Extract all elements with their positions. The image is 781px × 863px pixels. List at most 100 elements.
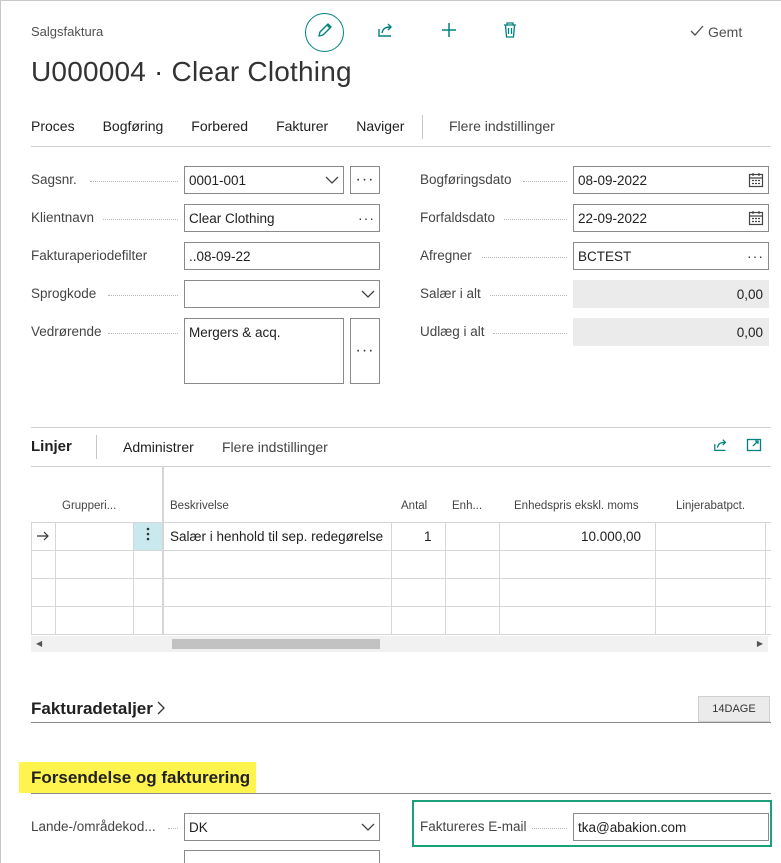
new-button[interactable] <box>437 21 461 43</box>
action-more-settings[interactable]: Flere indstillinger <box>449 118 555 134</box>
action-bar: Proces Bogføring Forbered Fakturer Navig… <box>31 118 432 134</box>
sagsnr-value: 0001-001 <box>189 172 247 188</box>
next-field-partial[interactable] <box>184 850 380 863</box>
lines-share-button[interactable] <box>710 437 732 457</box>
dotted-leader <box>482 257 567 258</box>
fakturaperiodefilter-value: ..08-09-22 <box>189 248 251 264</box>
payment-terms-badge: 14DAGE <box>698 696 770 722</box>
udlaeg-i-alt-field: 0,00 <box>573 318 769 346</box>
landekode-value: DK <box>189 819 208 835</box>
action-proces[interactable]: Proces <box>31 118 75 134</box>
pencil-icon <box>316 21 334 44</box>
fakturadetaljer-title[interactable]: Fakturadetaljer <box>31 699 153 719</box>
chevron-down-icon[interactable] <box>361 823 375 831</box>
dotted-leader <box>493 333 567 334</box>
dotted-leader <box>490 295 567 296</box>
checkmark-icon <box>690 24 704 40</box>
share-icon <box>712 437 730 458</box>
email-highlight-box <box>412 800 772 847</box>
calendar-icon[interactable] <box>748 172 764 188</box>
lines-top-divider <box>31 427 771 428</box>
col-header-enhed[interactable]: Enh... <box>452 500 482 512</box>
horizontal-scrollbar[interactable]: ◀ ▶ <box>31 636 768 652</box>
sagsnr-lookup-button[interactable]: ··· <box>350 166 380 194</box>
sprogkode-label: Sprogkode <box>31 286 97 301</box>
action-naviger[interactable]: Naviger <box>356 118 404 134</box>
share-button[interactable] <box>373 21 399 43</box>
dotted-leader <box>168 828 178 829</box>
forsendelse-divider <box>31 793 771 794</box>
forfaldsdato-value: 22-09-2022 <box>578 210 648 226</box>
saved-status: Gemt <box>690 24 742 40</box>
action-bogforing[interactable]: Bogføring <box>103 118 164 134</box>
edit-button[interactable] <box>305 13 344 52</box>
lines-action-more-settings[interactable]: Flere indstillinger <box>222 439 328 455</box>
salaer-i-alt-value: 0,00 <box>736 286 763 302</box>
scroll-left-icon[interactable]: ◀ <box>36 636 42 652</box>
scroll-right-icon[interactable]: ▶ <box>757 636 763 652</box>
salaer-i-alt-label: Salær i alt <box>420 286 481 301</box>
col-header-beskrivelse[interactable]: Beskrivelse <box>170 500 229 512</box>
klientnavn-lookup-button[interactable]: ··· <box>358 210 375 226</box>
action-forbered[interactable]: Forbered <box>191 118 248 134</box>
cell-antal[interactable]: 1 <box>424 529 432 544</box>
forfaldsdato-label: Forfaldsdato <box>420 210 496 225</box>
page-type-label: Salgsfaktura <box>31 24 104 39</box>
cell-beskrivelse[interactable]: Salær i henhold til sep. redegørelse <box>170 529 383 544</box>
dotted-leader <box>523 181 567 182</box>
chevron-down-icon[interactable] <box>325 176 339 184</box>
forfaldsdato-field[interactable]: 22-09-2022 <box>573 204 769 232</box>
dotted-leader <box>108 295 178 296</box>
col-header-grupperi[interactable]: Grupperi... <box>62 500 116 512</box>
landekode-label: Lande-/områdekod... <box>31 819 156 834</box>
bogforingsdato-field[interactable]: 08-09-2022 <box>573 166 769 194</box>
lines-title: Linjer <box>31 438 72 455</box>
sprogkode-field[interactable] <box>184 280 380 308</box>
page-title: U000004 · Clear Clothing <box>31 56 352 87</box>
sagsnr-label: Sagsnr. <box>31 172 77 187</box>
sagsnr-field[interactable]: 0001-001 <box>184 166 344 194</box>
fakturaperiodefilter-field[interactable]: ..08-09-22 <box>184 242 380 270</box>
dotted-leader <box>90 181 178 182</box>
lines-separator <box>96 435 97 459</box>
klientnavn-value: Clear Clothing <box>189 210 275 226</box>
dotted-leader <box>103 219 178 220</box>
bogforingsdato-label: Bogføringsdato <box>420 172 512 187</box>
more-vertical-icon <box>146 527 150 546</box>
chevron-down-icon[interactable] <box>361 290 375 298</box>
action-fakturer[interactable]: Fakturer <box>276 118 328 134</box>
grid-row-line <box>31 634 771 635</box>
col-header-enhedspris[interactable]: Enhedspris ekskl. moms <box>514 500 639 512</box>
klientnavn-field[interactable]: Clear Clothing ··· <box>184 204 380 232</box>
landekode-field[interactable]: DK <box>184 813 380 841</box>
dotted-leader <box>108 333 178 334</box>
udlaeg-i-alt-value: 0,00 <box>736 324 763 340</box>
fakturaperiodefilter-label: Fakturaperiodefilter <box>31 248 148 263</box>
klientnavn-label: Klientnavn <box>31 210 95 225</box>
vedrorende-field[interactable]: Mergers & acq. <box>184 318 344 384</box>
lines-action-administrer[interactable]: Administrer <box>123 439 194 455</box>
afregner-label: Afregner <box>420 248 472 263</box>
scrollbar-thumb[interactable] <box>172 639 380 649</box>
col-header-linjerabatpct[interactable]: Linjerabatpct. <box>676 500 745 512</box>
dotted-leader <box>504 219 567 220</box>
afregner-field[interactable]: BCTEST ··· <box>573 242 769 270</box>
chevron-right-icon[interactable] <box>157 701 165 720</box>
plus-icon <box>440 21 458 44</box>
saved-label: Gemt <box>708 24 743 40</box>
vedrorende-expand-button[interactable]: ··· <box>350 318 380 384</box>
col-header-antal[interactable]: Antal <box>401 500 427 512</box>
afregner-lookup-button[interactable]: ··· <box>747 248 764 264</box>
vedrorende-label: Vedrørende <box>31 324 102 339</box>
vedrorende-value: Mergers & acq. <box>189 325 281 340</box>
row-arrow-icon <box>36 529 50 547</box>
row-actions-button[interactable] <box>134 523 162 550</box>
share-icon <box>376 21 396 44</box>
delete-button[interactable] <box>498 21 522 43</box>
forsendelse-title[interactable]: Forsendelse og fakturering <box>31 768 250 788</box>
calendar-icon[interactable] <box>748 210 764 226</box>
cell-enhedspris[interactable]: 10.000,00 <box>581 529 641 544</box>
grid-row-line <box>31 578 771 579</box>
lines-expand-button[interactable] <box>743 437 765 457</box>
afregner-value: BCTEST <box>578 248 632 264</box>
